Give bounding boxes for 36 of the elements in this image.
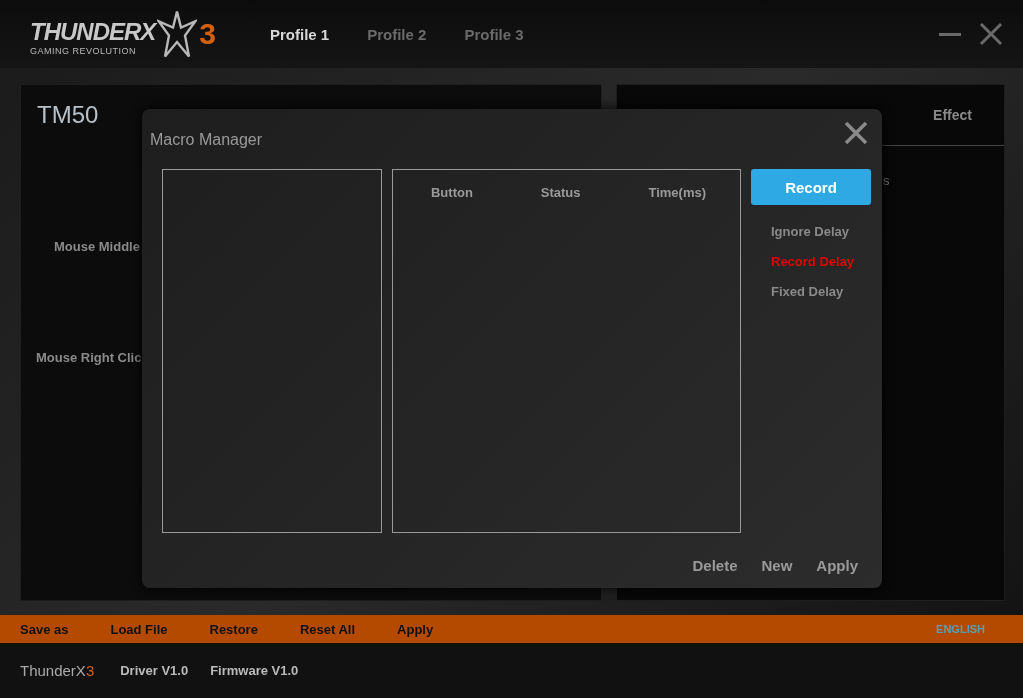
brand-name: ThunderX	[20, 662, 86, 679]
close-icon[interactable]	[844, 121, 868, 145]
close-icon[interactable]	[979, 22, 1003, 46]
firmware-version: Firmware V1.0	[210, 663, 299, 678]
action-bar-button[interactable]: Load File	[110, 621, 168, 637]
action-bar-button[interactable]: Restore	[209, 621, 258, 637]
minimize-icon[interactable]	[939, 32, 961, 36]
logo-tagline: GAMING REVOLUTION	[30, 46, 137, 56]
action-bar-button[interactable]: Reset All	[299, 621, 356, 637]
column-text: s	[883, 173, 890, 188]
logo-mark: 3	[199, 17, 217, 51]
brand-mark: 3	[85, 662, 95, 679]
dialog-action-button[interactable]: Apply	[816, 557, 858, 574]
dialog-title: Macro Manager	[150, 131, 263, 149]
record-button[interactable]: Record	[751, 169, 871, 205]
language-button[interactable]: ENGLISH	[936, 623, 985, 635]
device-title: TM50	[36, 100, 100, 129]
delay-option[interactable]: Fixed Delay	[751, 277, 875, 307]
delay-option[interactable]: Record Delay	[751, 247, 875, 277]
driver-version: Driver V1.0	[120, 663, 189, 678]
action-bar-button[interactable]: Apply	[397, 621, 434, 637]
action-bar-button[interactable]: Save as	[20, 621, 69, 637]
logo-name: THUNDERX	[30, 18, 156, 45]
delay-option[interactable]: Ignore Delay	[751, 217, 875, 247]
column-header: Time(ms)	[648, 185, 706, 200]
column-header: Button	[430, 185, 473, 200]
star-icon	[157, 9, 198, 59]
effect-tab[interactable]: Effect	[933, 107, 972, 123]
dialog-action-button[interactable]: New	[761, 557, 793, 574]
profile-tab[interactable]: Profile 1	[270, 25, 330, 43]
profile-tab[interactable]: Profile 2	[367, 25, 427, 43]
dialog-action-button[interactable]: Delete	[692, 557, 738, 574]
mouse-button-label[interactable]: Mouse Middle	[54, 239, 140, 254]
profile-tab[interactable]: Profile 3	[464, 25, 524, 43]
mouse-button-label[interactable]: Mouse Right Clic	[36, 350, 142, 365]
column-header: Status	[540, 185, 581, 200]
